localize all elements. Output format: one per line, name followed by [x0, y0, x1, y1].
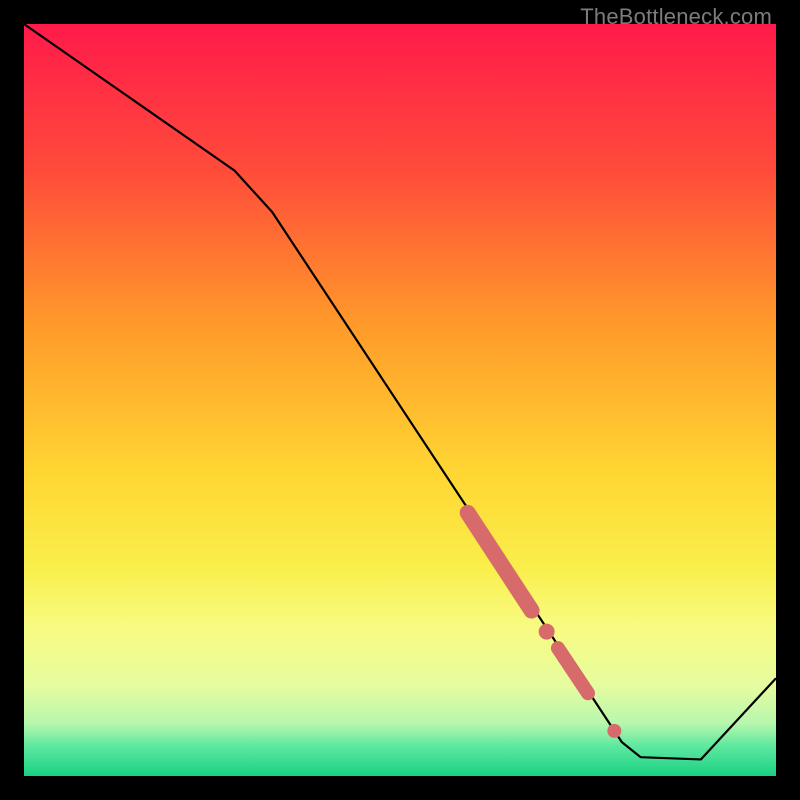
- chart-container: TheBottleneck.com: [0, 0, 800, 800]
- chart-svg: [24, 24, 776, 776]
- watermark-text: TheBottleneck.com: [580, 4, 772, 30]
- chart-background: [24, 24, 776, 776]
- marker-dot-2: [607, 724, 621, 738]
- marker-dot-1: [539, 624, 555, 640]
